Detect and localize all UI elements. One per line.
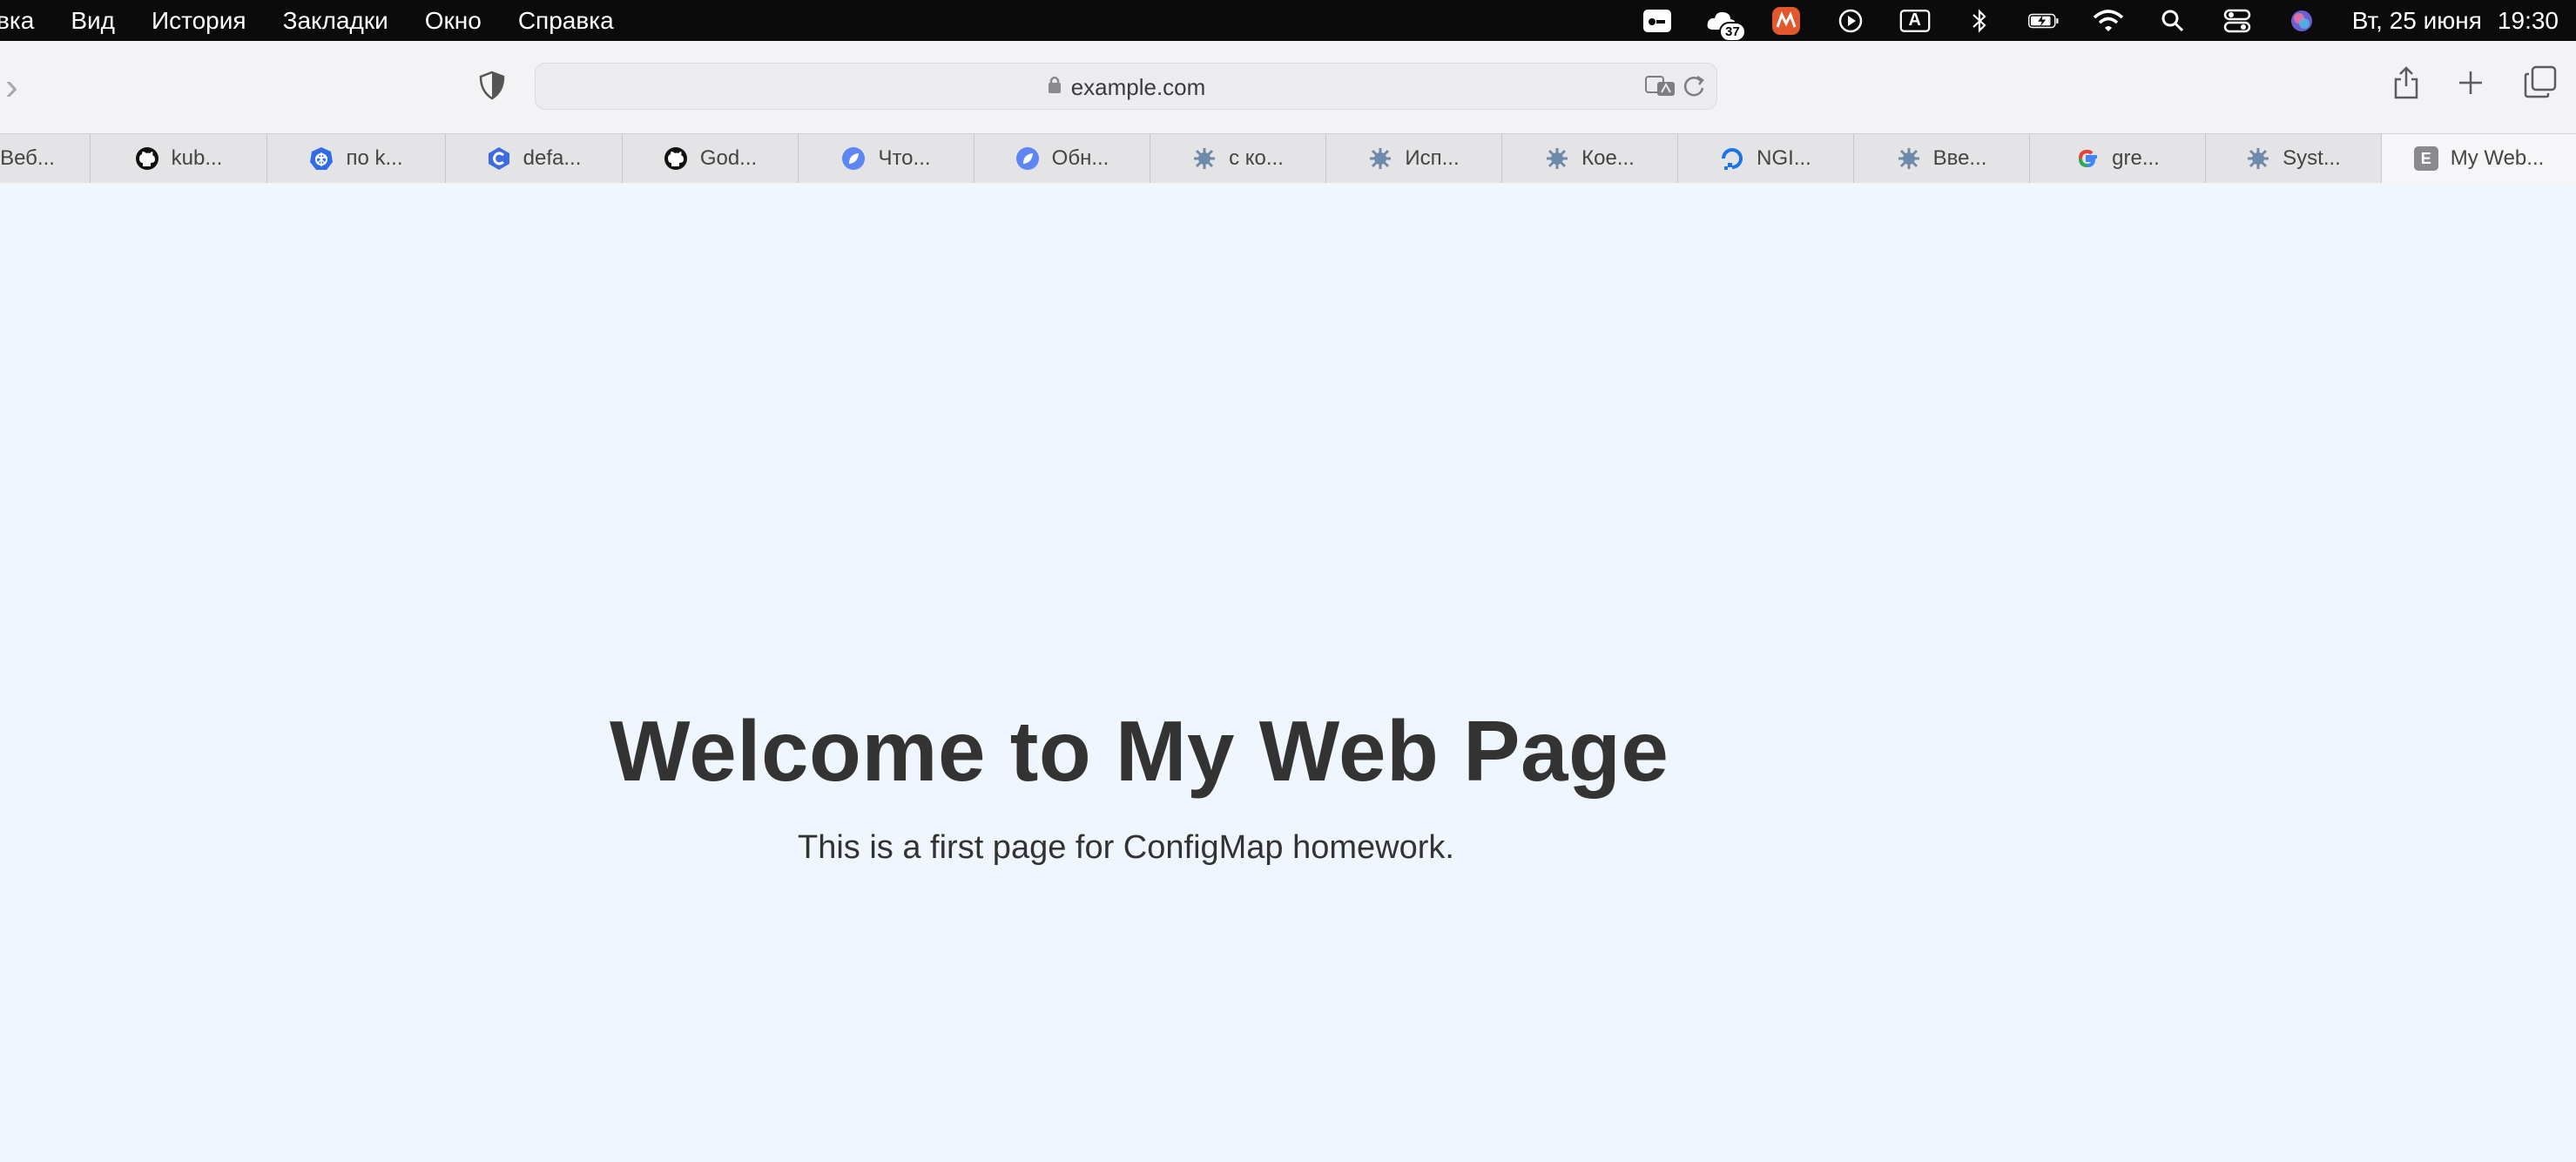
leaf-icon <box>1015 146 1040 171</box>
kubernetes-icon <box>309 146 334 171</box>
tab-label: Веб... <box>0 146 55 170</box>
translate-icon[interactable] <box>1645 75 1676 103</box>
tab-label: God... <box>699 146 758 170</box>
tab-bar: Веб... kub... по k... defa... God... Что… <box>0 133 2576 183</box>
tab-label: kub... <box>171 146 223 170</box>
tab-label: Syst... <box>2283 146 2341 170</box>
search-icon[interactable] <box>2157 5 2188 37</box>
tab-5[interactable]: Что... <box>799 134 974 183</box>
tab-label: My Web... <box>2450 146 2545 170</box>
cloud-sync-icon[interactable]: 37 <box>1706 5 1746 42</box>
tab-8[interactable]: Исп... <box>1326 134 1502 183</box>
url-text: example.com <box>1070 73 1206 100</box>
tab-4[interactable]: God... <box>623 134 799 183</box>
tab-9[interactable]: Кое... <box>1502 134 1678 183</box>
github-icon <box>135 146 159 171</box>
lock-icon <box>1047 75 1062 99</box>
notification-badge: 37 <box>1719 21 1746 42</box>
tab-1[interactable]: kub... <box>91 134 267 183</box>
privacy-shield-icon[interactable] <box>477 71 507 100</box>
reload-icon[interactable] <box>1682 72 1706 105</box>
battery-icon[interactable] <box>2027 5 2060 37</box>
forward-chevron-icon[interactable]: › <box>5 65 31 109</box>
tab-label: с ко... <box>1229 146 1284 170</box>
tab-12[interactable]: gre... <box>2030 134 2206 183</box>
menu-item-edit[interactable]: вка <box>0 7 34 35</box>
tab-0[interactable]: Веб... <box>0 134 91 183</box>
gear-icon <box>1897 146 1921 171</box>
tab-13[interactable]: Syst... <box>2206 134 2382 183</box>
tab-label: Исп... <box>1405 146 1460 170</box>
app-menu: вка Вид История Закладки Окно Справка <box>0 0 651 41</box>
digitalocean-icon <box>1720 146 1744 171</box>
tab-label: Что... <box>878 146 931 170</box>
new-tab-icon[interactable] <box>2458 58 2484 98</box>
tab-7[interactable]: с ко... <box>1150 134 1326 183</box>
address-bar[interactable]: example.com <box>535 63 1717 110</box>
tunnel-icon[interactable] <box>1642 5 1673 37</box>
tab-label: по k... <box>346 146 403 170</box>
tab-label: Обн... <box>1051 146 1109 170</box>
input-source-label: A <box>1908 10 1921 30</box>
tab-2[interactable]: по k... <box>267 134 446 183</box>
gear-icon <box>1192 146 1217 171</box>
wifi-icon[interactable] <box>2093 5 2124 37</box>
tab-14-active[interactable]: E My Web... <box>2382 134 2576 183</box>
letter-e-icon: E <box>2413 146 2438 171</box>
tab-label: gre... <box>2112 146 2160 170</box>
tab-6[interactable]: Обн... <box>974 134 1150 183</box>
tab-10[interactable]: NGI... <box>1678 134 1854 183</box>
control-center-icon[interactable] <box>2222 5 2253 37</box>
gear-icon <box>1368 146 1393 171</box>
date-label[interactable]: Вт, 25 июня <box>2352 7 2482 35</box>
tab-label: NGI... <box>1757 146 1811 170</box>
menu-item-window[interactable]: Окно <box>425 7 482 35</box>
tab-label: defa... <box>523 146 582 170</box>
page-paragraph: This is a first page for ConfigMap homew… <box>798 829 1454 866</box>
mail-app-icon[interactable] <box>1770 5 1802 37</box>
gear-icon <box>2246 146 2270 171</box>
menu-bar: вка Вид История Закладки Окно Справка 37… <box>0 0 2576 42</box>
tab-3[interactable]: defa... <box>446 134 623 183</box>
menu-item-history[interactable]: История <box>152 7 246 35</box>
play-icon[interactable] <box>1835 5 1866 37</box>
web-page-content <box>0 183 2576 1162</box>
tab-label: Кое... <box>1581 146 1635 170</box>
menu-item-view[interactable]: Вид <box>71 7 115 35</box>
input-source-icon[interactable]: A <box>1899 5 1931 37</box>
status-area: 37 A Вт, 25 июня 19:30 <box>1642 0 2559 42</box>
gear-icon <box>1545 146 1569 171</box>
menu-item-bookmarks[interactable]: Закладки <box>283 7 388 35</box>
google-icon <box>2075 146 2100 171</box>
cursor-c-icon <box>487 146 511 171</box>
share-icon[interactable] <box>2393 65 2419 105</box>
bluetooth-icon[interactable] <box>1964 5 1995 37</box>
page-heading: Welcome to My Web Page <box>610 703 1669 799</box>
time-label[interactable]: 19:30 <box>2498 7 2559 35</box>
leaf-icon <box>841 146 866 171</box>
github-icon <box>664 146 688 171</box>
tab-overview-icon[interactable] <box>2524 65 2557 105</box>
tab-11[interactable]: Вве... <box>1854 134 2030 183</box>
browser-toolbar: › example.com <box>0 41 2576 133</box>
tab-label: Вве... <box>1932 146 1987 170</box>
siri-icon[interactable] <box>2286 5 2317 37</box>
menu-item-help[interactable]: Справка <box>518 7 614 35</box>
